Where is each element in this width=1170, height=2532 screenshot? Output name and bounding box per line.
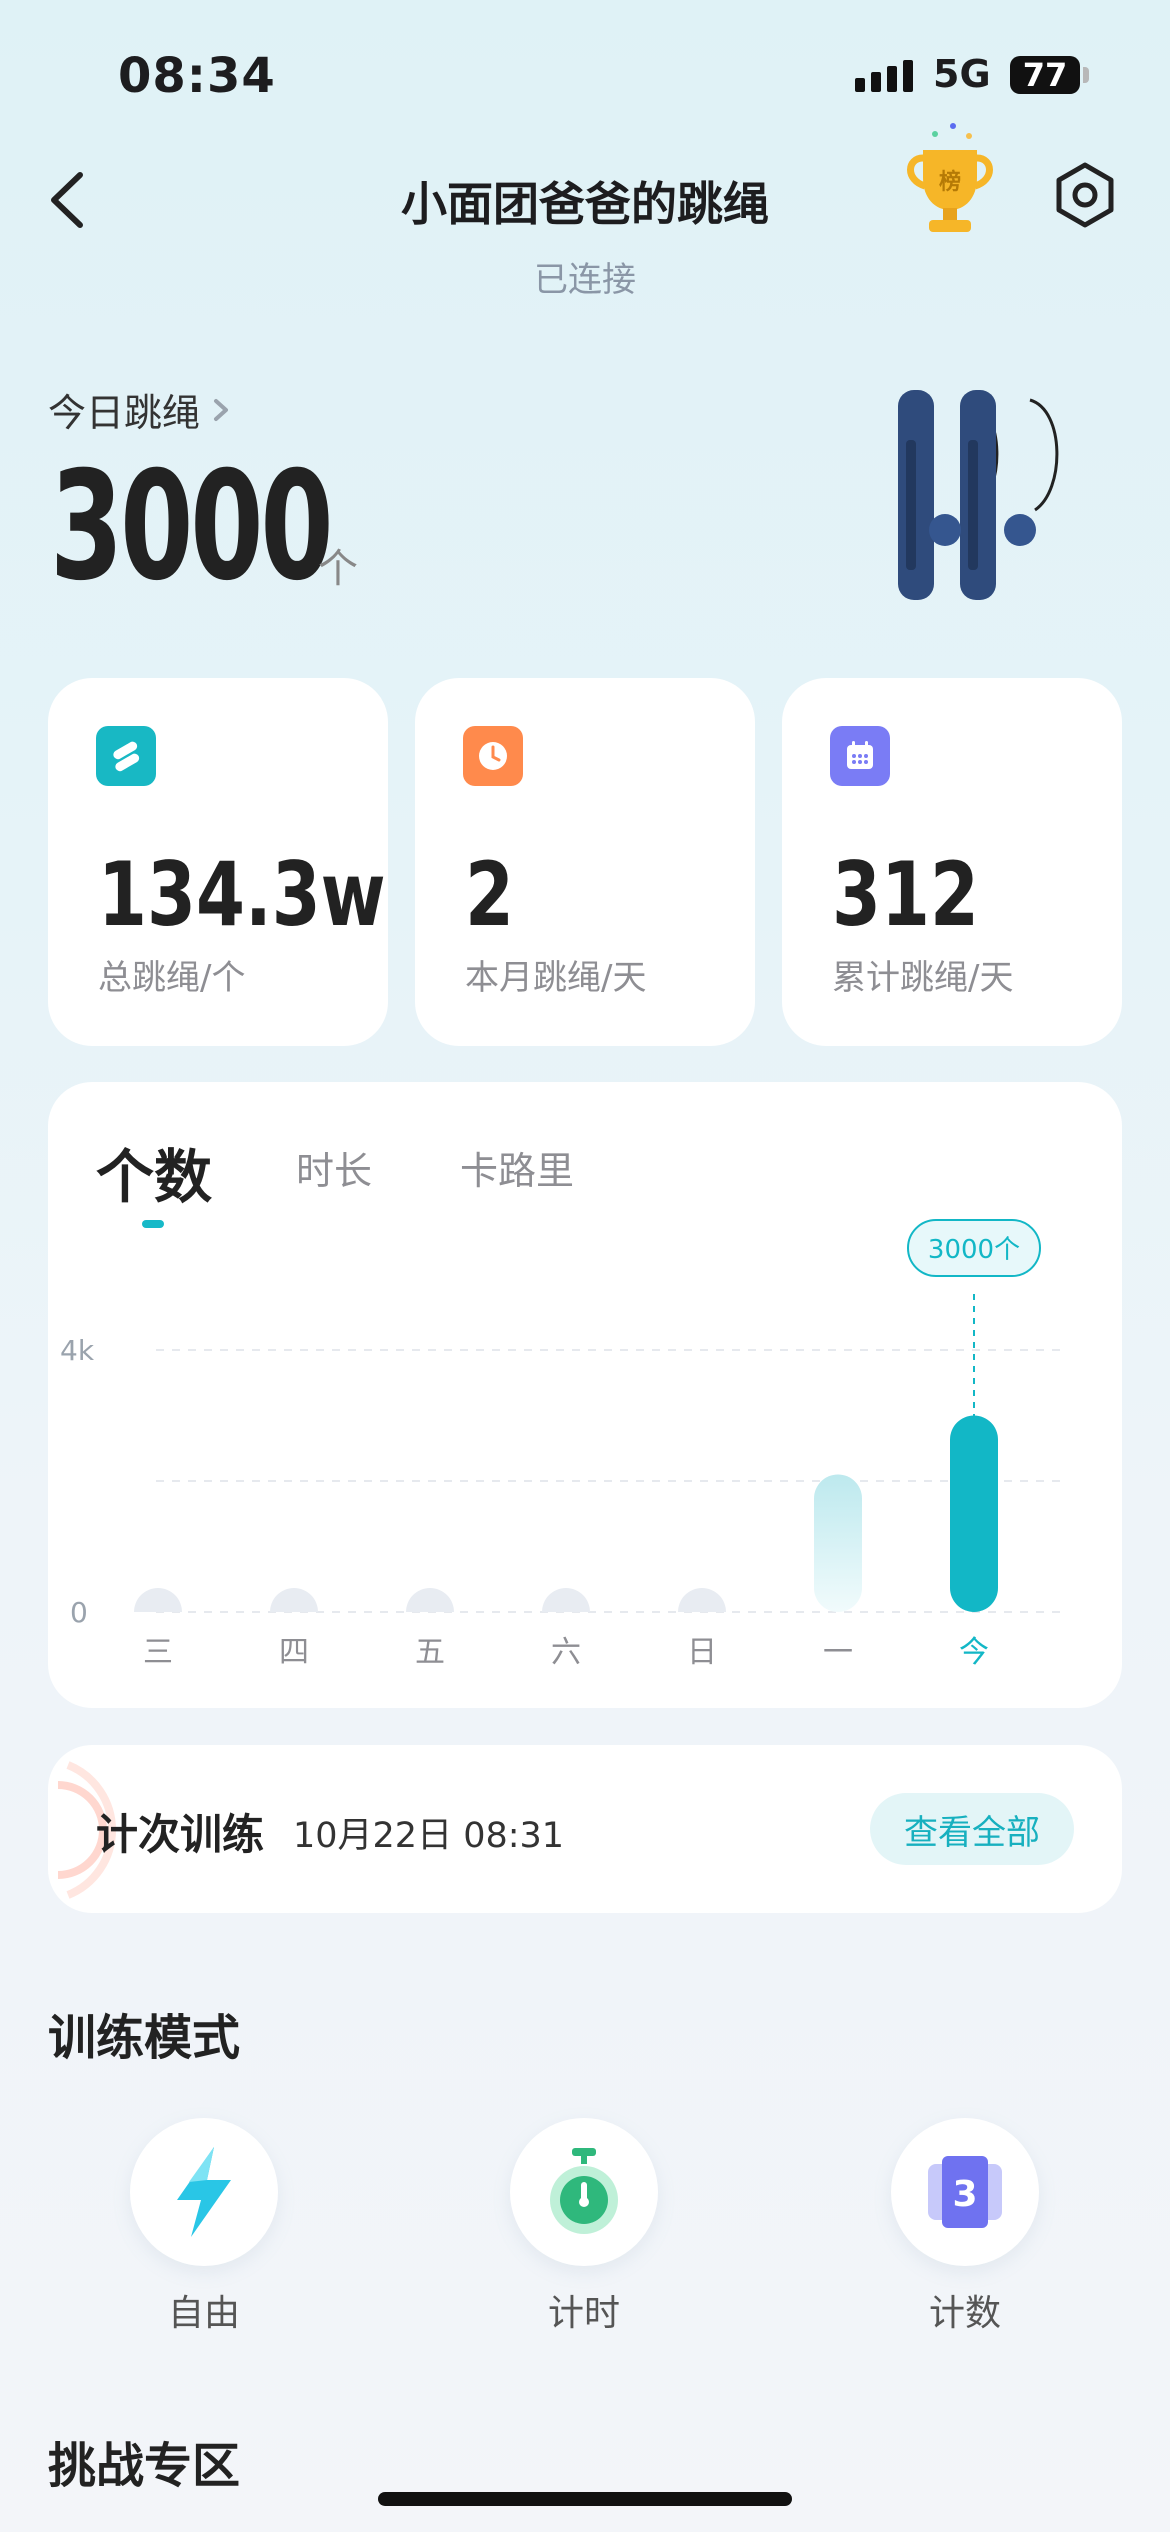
leaderboard-button[interactable]: 榜 [895, 120, 1005, 240]
chevron-right-icon [214, 398, 229, 421]
today-label: 今日跳绳 [48, 391, 201, 435]
connection-status: 已连接 [534, 260, 636, 300]
stat-card-total[interactable]: 134.3w 总跳绳/个 [48, 678, 388, 1046]
mode-icon-wrap [510, 2118, 658, 2266]
stat-card-month[interactable]: 2 本月跳绳/天 [415, 678, 755, 1046]
network-label: 5G [933, 52, 991, 96]
trophy-label: 榜 [939, 170, 962, 195]
stat-label: 本月跳绳/天 [465, 958, 647, 998]
x-tick-label: 四 [279, 1635, 309, 1670]
chart-bar-empty [678, 1588, 726, 1612]
stat-value: 312 [832, 843, 979, 946]
signal-icon [855, 60, 913, 92]
rope-icon [96, 726, 156, 786]
mode-icon-wrap [130, 2118, 278, 2266]
x-tick-label: 今 [959, 1635, 989, 1670]
view-all-button[interactable]: 查看全部 [870, 1793, 1074, 1865]
today-unit: 个 [318, 546, 358, 592]
record-time: 10月22日 08:31 [293, 1816, 565, 1856]
calendar-icon [830, 726, 890, 786]
stat-value: 134.3w [98, 843, 386, 946]
challenge-title: 挑战专区 [48, 2438, 241, 2494]
x-tick-label: 五 [415, 1635, 445, 1670]
stat-card-days[interactable]: 312 累计跳绳/天 [782, 678, 1122, 1046]
clock-icon [463, 726, 523, 786]
mode-label: 自由 [167, 2293, 240, 2334]
gear-icon [1056, 162, 1114, 228]
jump-rope-image [880, 380, 1070, 610]
bar-chart: 4k 0 三 四 五 六 日 一 3000个今 [60, 1219, 1068, 1670]
today-jump-link[interactable]: 今日跳绳 [48, 382, 232, 437]
y-tick-label: 0 [70, 1596, 88, 1629]
today-count: 3000 [50, 440, 334, 614]
chart-card: 个数 时长 卡路里 4k 0 三四五六日一 3000个今 [48, 1082, 1122, 1708]
settings-button[interactable] [1050, 160, 1120, 230]
mode-label: 计时 [547, 2293, 620, 2334]
stat-label: 总跳绳/个 [98, 958, 246, 998]
stat-value: 2 [465, 843, 514, 946]
x-tick-label: 一 [823, 1635, 853, 1670]
counter-icon: 3 [928, 2156, 1002, 2228]
lightning-icon [177, 2147, 231, 2237]
training-modes-title: 训练模式 [48, 2010, 241, 2066]
highlight-label: 3000个 [928, 1235, 1020, 1265]
x-tick-label: 六 [551, 1635, 581, 1670]
chart-bar-empty [542, 1588, 590, 1612]
stat-label: 累计跳绳/天 [832, 958, 1014, 998]
chart-bar-empty [406, 1588, 454, 1612]
mode-timer[interactable]: 计时 [484, 2118, 684, 2336]
record-card: 计次训练 10月22日 08:31 查看全部 [48, 1745, 1122, 1913]
chart-bar [814, 1474, 862, 1612]
home-indicator [378, 2492, 792, 2506]
mode-count[interactable]: 3 计数 [865, 2118, 1065, 2336]
mode-label: 计数 [928, 2293, 1001, 2334]
stopwatch-icon [550, 2148, 618, 2234]
chart-bar-empty [270, 1588, 318, 1612]
mode-free[interactable]: 自由 [104, 2118, 304, 2336]
battery-cap [1083, 67, 1089, 83]
mode-icon-wrap: 3 [891, 2118, 1039, 2266]
status-time: 08:34 [118, 48, 276, 104]
chart-bar-empty [134, 1588, 182, 1612]
chart-bar [950, 1415, 998, 1612]
y-tick-label: 4k [60, 1334, 95, 1367]
battery-icon: 77 [1010, 56, 1080, 94]
x-tick-label: 日 [687, 1635, 717, 1670]
counter-glyph: 3 [952, 2174, 977, 2215]
record-title: 计次训练 [96, 1810, 265, 1859]
x-tick-label: 三 [143, 1635, 173, 1670]
